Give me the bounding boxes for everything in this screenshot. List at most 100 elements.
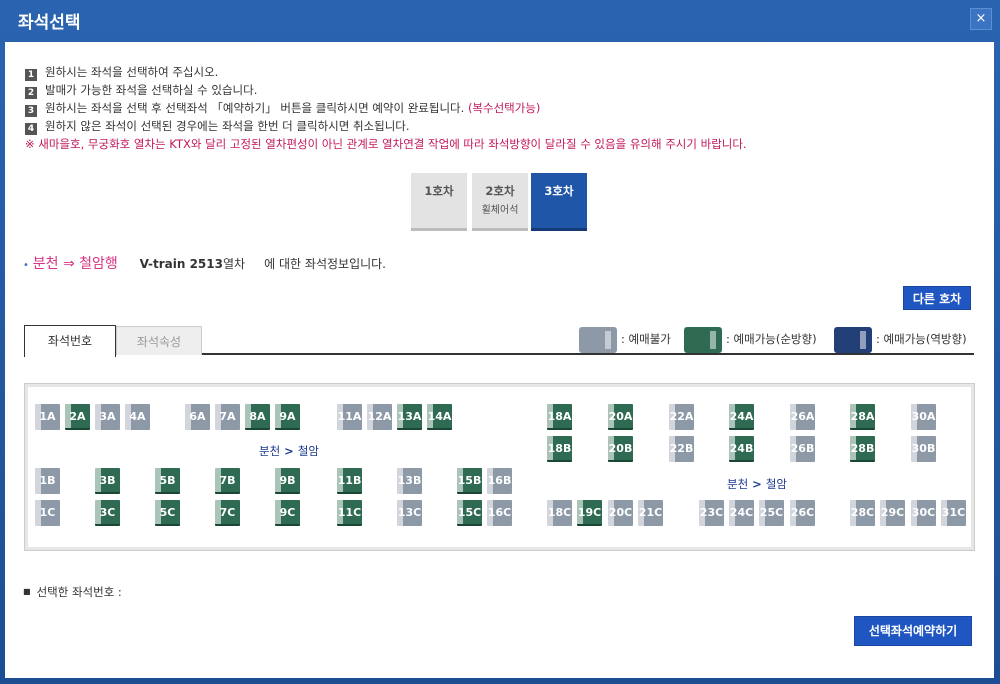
- reverse-seat-icon: [834, 326, 872, 353]
- seat-label: 30B: [911, 442, 936, 455]
- seat-26a: 26A: [790, 404, 815, 430]
- seat-12a: 12A: [367, 404, 392, 430]
- seat-label: 16C: [487, 506, 512, 519]
- seat-label: 20C: [608, 506, 633, 519]
- seat-28b[interactable]: 28B: [850, 436, 875, 462]
- seat-label: 21C: [638, 506, 663, 519]
- seat-15c[interactable]: 15C: [457, 500, 482, 526]
- seat-label: 12A: [367, 410, 392, 423]
- seat-24b[interactable]: 24B: [729, 436, 754, 462]
- instruction-number: 1: [25, 69, 37, 81]
- seat-label: 13C: [397, 506, 422, 519]
- forward-seat-icon: [684, 326, 722, 353]
- instruction-item: 4 원하지 않은 좌석이 선택된 경우에는 좌석을 한번 더 클릭하시면 취소됩니…: [25, 117, 747, 135]
- seat-24a[interactable]: 24A: [729, 404, 754, 430]
- seat-2a[interactable]: 2A: [65, 404, 90, 430]
- car-tab-label: 2호차: [485, 184, 515, 198]
- seat-label: 26A: [790, 410, 815, 423]
- car-tab-sub: 휠체어석: [481, 205, 519, 216]
- seat-7b[interactable]: 7B: [215, 468, 240, 494]
- seat-11c[interactable]: 11C: [337, 500, 362, 526]
- direction-from: 분천: [259, 444, 281, 458]
- instruction-extra: (복수선택가능): [467, 101, 541, 115]
- seat-19c[interactable]: 19C: [577, 500, 602, 526]
- seat-label: 31C: [941, 506, 966, 519]
- instruction-number: 2: [25, 87, 37, 99]
- seat-label: 11A: [337, 410, 362, 423]
- seat-7a: 7A: [215, 404, 240, 430]
- seat-16b: 16B: [487, 468, 512, 494]
- seat-30a: 30A: [911, 404, 936, 430]
- seat-label: 30C: [911, 506, 936, 519]
- seat-5c[interactable]: 5C: [155, 500, 180, 526]
- seat-13a[interactable]: 13A: [397, 404, 422, 430]
- seat-label: 16B: [487, 474, 512, 487]
- seat-label: 20A: [608, 410, 633, 423]
- seat-3c[interactable]: 3C: [95, 500, 120, 526]
- instruction-text: 발매가 가능한 좌석을 선택하실 수 있습니다.: [45, 83, 258, 97]
- seat-24c: 24C: [729, 500, 754, 526]
- seat-label: 9C: [279, 506, 296, 519]
- direction-from: 분천: [727, 477, 749, 491]
- seat-label: 22B: [669, 442, 694, 455]
- other-car-button[interactable]: 다른 호차: [903, 286, 971, 310]
- instruction-text: 원하시는 좌석을 선택 후 선택좌석 「예약하기」 버튼을 클릭하시면 예약이 …: [45, 101, 465, 115]
- seat-18b[interactable]: 18B: [547, 436, 572, 462]
- content-panel: 1 원하시는 좌석을 선택하여 주십시오. 2 발매가 가능한 좌석을 선택하실 수…: [5, 42, 994, 678]
- seat-15b[interactable]: 15B: [457, 468, 482, 494]
- seat-label: 5C: [159, 506, 176, 519]
- seat-3b[interactable]: 3B: [95, 468, 120, 494]
- seat-label: 28A: [850, 410, 875, 423]
- seat-9b[interactable]: 9B: [275, 468, 300, 494]
- car-tab-label: 3호차: [544, 184, 574, 198]
- seat-14a[interactable]: 14A: [427, 404, 452, 430]
- seat-label: 14A: [427, 410, 452, 423]
- legend-label: : 예매가능(역방향): [876, 332, 967, 346]
- seat-23c: 23C: [699, 500, 724, 526]
- seat-label: 7B: [219, 474, 236, 487]
- legend-label: : 예매가능(순방향): [726, 332, 817, 346]
- seat-label: 1A: [39, 410, 56, 423]
- seat-label: 13B: [397, 474, 422, 487]
- seat-11b[interactable]: 11B: [337, 468, 362, 494]
- seat-28a[interactable]: 28A: [850, 404, 875, 430]
- seat-label: 18B: [547, 442, 572, 455]
- seat-label: 1C: [39, 506, 56, 519]
- instruction-item: 1 원하시는 좌석을 선택하여 주십시오.: [25, 63, 747, 81]
- car-tab-2[interactable]: 2호차 휠체어석: [472, 173, 528, 231]
- seat-26b: 26B: [790, 436, 815, 462]
- seat-4a: 4A: [125, 404, 150, 430]
- tab-seat-attr[interactable]: 좌석속성: [116, 326, 202, 355]
- seat-9c[interactable]: 9C: [275, 500, 300, 526]
- car-tab-1[interactable]: 1호차: [411, 173, 467, 231]
- seat-20a[interactable]: 20A: [608, 404, 633, 430]
- reserve-selected-seats-button[interactable]: 선택좌석예약하기: [854, 616, 972, 646]
- route-stations: 분천 ⇒ 철암행: [32, 256, 118, 272]
- train-name: V-train 2513: [139, 257, 223, 271]
- seat-22b: 22B: [669, 436, 694, 462]
- close-button[interactable]: ×: [970, 8, 992, 30]
- legend-unavailable: : 예매불가: [579, 326, 671, 353]
- instruction-item: 2 발매가 가능한 좌석을 선택하실 수 있습니다.: [25, 81, 747, 99]
- seat-18a[interactable]: 18A: [547, 404, 572, 430]
- seat-label: 15C: [457, 506, 482, 519]
- instruction-item: 3 원하시는 좌석을 선택 후 선택좌석 「예약하기」 버튼을 클릭하시면 예약이…: [25, 99, 747, 117]
- seat-9a[interactable]: 9A: [275, 404, 300, 430]
- seat-20c: 20C: [608, 500, 633, 526]
- seat-5b[interactable]: 5B: [155, 468, 180, 494]
- direction-to: 철암: [297, 444, 319, 458]
- direction-label: 분천 > 철암: [259, 443, 319, 459]
- seat-label: 4A: [129, 410, 146, 423]
- seat-8a[interactable]: 8A: [245, 404, 270, 430]
- seat-20b[interactable]: 20B: [608, 436, 633, 462]
- seat-label: 3C: [99, 506, 116, 519]
- seat-label: 3B: [99, 474, 116, 487]
- seat-label: 25C: [759, 506, 784, 519]
- selected-label: 선택한 좌석번호 :: [36, 585, 122, 599]
- warning-text: ※ 새마을호, 무궁화호 열차는 KTX와 달리 고정된 열차편성이 아닌 관계…: [25, 137, 747, 151]
- tab-seat-number[interactable]: 좌석번호: [24, 325, 116, 357]
- seat-7c[interactable]: 7C: [215, 500, 240, 526]
- seat-label: 19C: [577, 506, 602, 519]
- car-tab-3[interactable]: 3호차: [531, 173, 587, 231]
- seat-label: 11C: [337, 506, 362, 519]
